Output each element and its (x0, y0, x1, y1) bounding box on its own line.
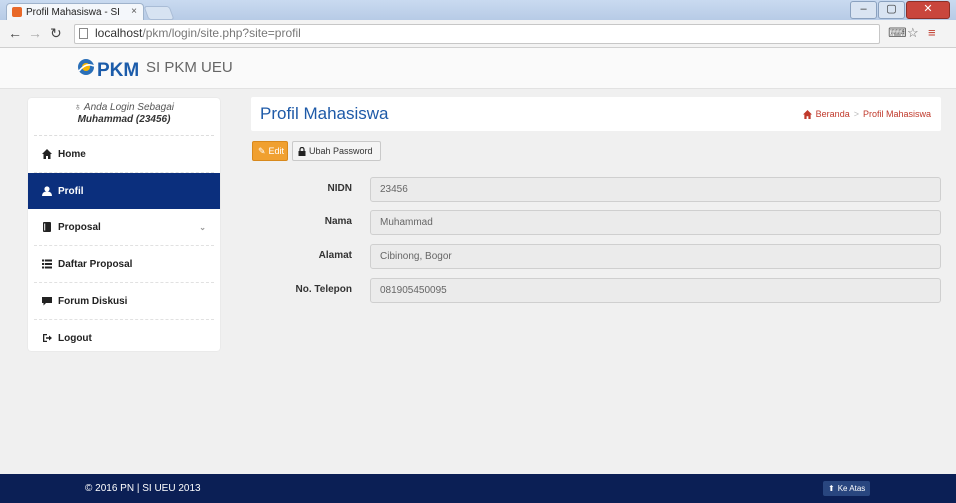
home-icon (802, 109, 812, 119)
alamat-label: Alamat (318, 250, 352, 261)
logo-text: PKM (97, 60, 138, 81)
logout-icon (43, 334, 52, 342)
sidebar-item-label: Forum Diskusi (58, 295, 128, 307)
new-tab-button[interactable] (143, 6, 175, 20)
sidebar-item-forum-diskusi[interactable]: Forum Diskusi (34, 283, 214, 320)
tab-title: Profil Mahasiswa - SI PKM (26, 7, 121, 18)
field-row-nama: Nama (252, 210, 942, 235)
sidebar-item-home[interactable]: Home (34, 136, 214, 173)
site-brand[interactable]: SI PKM UEU (146, 59, 233, 76)
window-controls: – ▢ ✕ (850, 1, 950, 19)
book-icon (43, 222, 51, 232)
back-to-top-label: Ke Atas (837, 484, 866, 493)
user-icon (42, 186, 52, 196)
telepon-label: No. Telepon (295, 284, 352, 295)
url-path: /pkm/login/site.php?site=profil (142, 26, 301, 40)
browser-tab[interactable]: Profil Mahasiswa - SI PKM × (6, 3, 144, 20)
sidebar-item-label: Logout (58, 332, 92, 344)
url-host: localhost (95, 26, 143, 40)
pencil-icon: ✎ (258, 145, 266, 156)
pkm-logo[interactable]: PKM (76, 54, 139, 82)
change-password-button[interactable]: Ubah Password (292, 141, 381, 161)
sidebar-item-daftar-proposal[interactable]: Daftar Proposal (34, 246, 214, 283)
login-label-text: Anda Login Sebagai (83, 102, 174, 113)
address-bar: ← → ↻ localhost/pkm/login/site.php?site=… (0, 20, 956, 48)
chevron-down-icon: ⌄ (199, 222, 206, 232)
login-label: ♁ Anda Login Sebagai (34, 102, 214, 113)
sidebar-item-profil[interactable]: Profil (28, 173, 220, 209)
breadcrumb-current: Profil Mahasiswa (862, 109, 931, 119)
change-password-label: Ubah Password (309, 146, 373, 156)
close-window-button[interactable]: ✕ (906, 1, 950, 19)
breadcrumb-home-link[interactable]: Beranda (816, 109, 850, 119)
field-row-telepon: No. Telepon (252, 278, 942, 303)
user-info: ♁ Anda Login Sebagai Muhammad (23456) (34, 98, 214, 136)
minimize-button[interactable]: – (850, 1, 877, 19)
url-text: localhost/pkm/login/site.php?site=profil (95, 26, 301, 40)
nama-field[interactable] (370, 210, 941, 235)
page-icon (79, 28, 88, 39)
user-gender-icon: ♁ (74, 102, 82, 113)
list-icon (42, 259, 52, 269)
lock-icon (298, 146, 306, 156)
page-title: Profil Mahasiswa (260, 104, 389, 123)
tab-close-button[interactable]: × (131, 6, 137, 17)
translate-icon[interactable]: ⌨ (888, 25, 907, 41)
arrow-up-icon: ⬆ (828, 484, 835, 493)
sidebar-item-label: Home (58, 148, 86, 160)
nidn-field[interactable] (370, 177, 941, 202)
login-user: Muhammad (23456) (77, 114, 171, 125)
sidebar: ♁ Anda Login Sebagai Muhammad (23456) Ho… (28, 98, 220, 351)
url-input[interactable]: localhost/pkm/login/site.php?site=profil (74, 24, 880, 44)
browser-titlebar: Profil Mahasiswa - SI PKM × – ▢ ✕ (0, 0, 956, 20)
sidebar-item-label: Profil (58, 185, 84, 197)
favicon-icon (12, 7, 22, 17)
alamat-field[interactable] (370, 244, 941, 269)
back-to-top-button[interactable]: ⬆ Ke Atas (823, 481, 871, 496)
site-header: PKM SI PKM UEU (0, 48, 956, 89)
breadcrumb: Beranda > Profil Mahasiswa (802, 109, 931, 119)
comment-icon (42, 297, 52, 306)
reload-icon[interactable]: ↻ (50, 25, 62, 42)
maximize-button[interactable]: ▢ (878, 1, 905, 19)
menu-icon[interactable]: ≡ (928, 25, 936, 40)
sidebar-item-proposal[interactable]: Proposal ⌄ (34, 209, 214, 246)
field-row-nidn: NIDN (252, 177, 942, 202)
footer: © 2016 PN | SI UEU 2013 ⬆ Ke Atas (0, 474, 956, 503)
home-icon (42, 149, 52, 159)
star-icon[interactable]: ☆ (907, 25, 919, 41)
forward-icon[interactable]: → (28, 25, 42, 41)
nama-label: Nama (324, 216, 352, 227)
copyright-text: © 2016 PN | SI UEU 2013 (85, 483, 201, 494)
breadcrumb-separator: > (853, 109, 859, 119)
edit-button-label: Edit (268, 146, 285, 156)
telepon-field[interactable] (370, 278, 941, 303)
field-row-alamat: Alamat (252, 244, 942, 269)
sidebar-item-logout[interactable]: Logout (34, 320, 214, 356)
nidn-label: NIDN (327, 183, 352, 194)
sidebar-item-label: Proposal (58, 221, 101, 233)
back-icon[interactable]: ← (8, 25, 22, 41)
page-header: Profil Mahasiswa Beranda > Profil Mahasi… (251, 97, 941, 131)
sidebar-item-label: Daftar Proposal (58, 258, 133, 270)
edit-button[interactable]: ✎ Edit (252, 141, 288, 161)
